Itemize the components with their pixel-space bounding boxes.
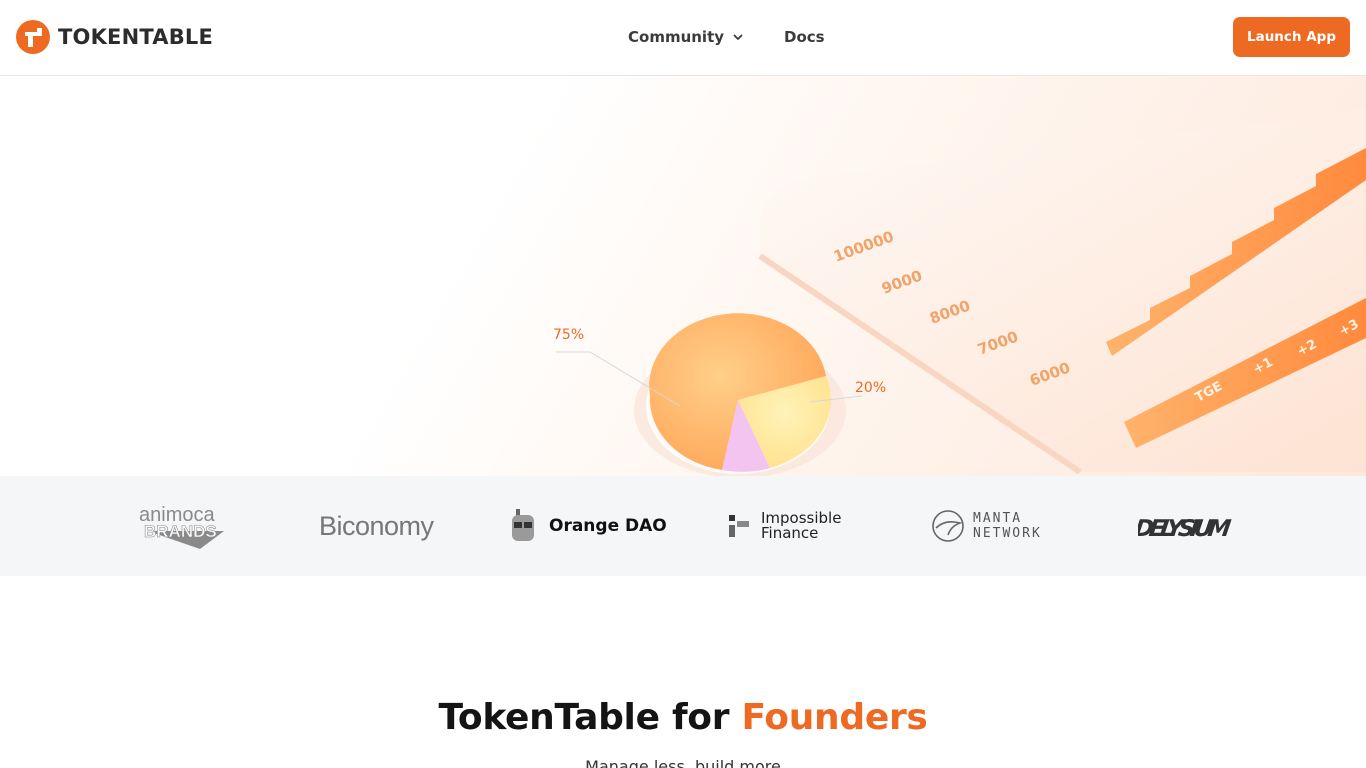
chevron-down-icon (733, 34, 743, 40)
top-nav-bar: TOKENTABLE Community Docs Launch App (0, 0, 1366, 76)
partner-orange-dao: Orange DAO (508, 476, 667, 576)
nav-community-label: Community (628, 28, 725, 46)
board-shape (760, 106, 1366, 472)
svg-text:DELYSIUM: DELYSIUM (1138, 516, 1233, 542)
nav-docs[interactable]: Docs (784, 28, 825, 46)
orange-dao-logo-icon (512, 509, 534, 541)
main-nav: Community Docs (628, 26, 825, 48)
pie-label-20: 20% (855, 380, 886, 396)
partner-animoca: animoca BRANDS (138, 476, 226, 576)
launch-app-button[interactable]: Launch App (1233, 17, 1350, 57)
section-heading: TokenTable for Founders (0, 697, 1366, 738)
section-subtitle: Manage less, build more (585, 757, 781, 768)
nav-docs-label: Docs (784, 28, 825, 46)
pie-chart (649, 313, 831, 472)
delysium-logo-icon: DELYSIUM (1138, 516, 1233, 542)
brand-name: TOKENTABLE (58, 25, 214, 49)
manta-logo-text: MANTA (973, 511, 1023, 526)
impossible-finance-logo-icon (729, 515, 749, 537)
network-logo-text: NETWORK (973, 526, 1042, 541)
section-heading-accent: Founders (741, 697, 928, 738)
partner-impossible-finance: Impossible Finance (729, 476, 841, 576)
hero-illustration: 100000 9000 8000 7000 6000 TGE +1 +2 +3 … (0, 76, 1366, 476)
orange-dao-logo-text: Orange DAO (549, 516, 667, 536)
partner-delysium: DELYSIUM (1138, 476, 1236, 576)
nav-community[interactable]: Community (628, 28, 744, 46)
manta-network-logo-icon (932, 510, 964, 542)
svg-text:BRANDS: BRANDS (144, 522, 217, 541)
partner-biconomy: Biconomy (319, 476, 434, 576)
section-heading-prefix: TokenTable for (438, 697, 742, 738)
finance-logo-text: Finance (761, 524, 819, 542)
hero-graphic: 100000 9000 8000 7000 6000 TGE +1 +2 +3 … (553, 106, 1366, 476)
biconomy-logo-text: Biconomy (319, 510, 434, 541)
partner-logos-strip: animoca BRANDS Biconomy Orange DAO Impos… (0, 476, 1366, 576)
partner-manta-network: MANTA NETWORK (931, 476, 1042, 576)
brand-logo[interactable]: TOKENTABLE (16, 20, 213, 54)
tokentable-logo-icon (16, 20, 50, 54)
animoca-brands-logo-icon: animoca BRANDS (139, 504, 224, 549)
pie-label-75: 75% (553, 327, 584, 343)
